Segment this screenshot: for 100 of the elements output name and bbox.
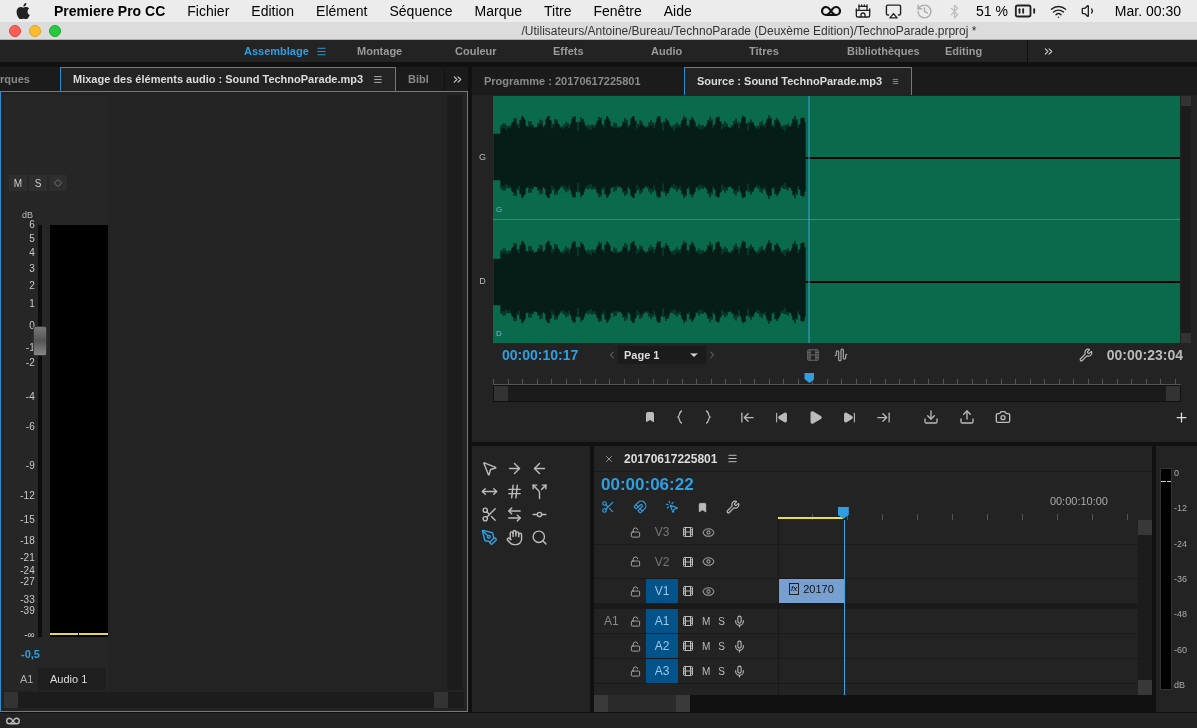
panel-menu-icon[interactable] — [373, 74, 383, 85]
creative-cloud-icon[interactable] — [820, 4, 841, 18]
channel-marker: G — [496, 204, 503, 216]
hand-icon[interactable] — [506, 529, 523, 546]
settings-icon[interactable] — [1078, 348, 1093, 362]
zoom-scrollbar[interactable] — [493, 385, 1181, 402]
pointer-icon[interactable] — [481, 460, 498, 477]
creative-cloud-icon[interactable] — [6, 715, 20, 726]
mute-button[interactable]: M — [702, 638, 711, 654]
microphone-icon[interactable] — [733, 639, 746, 653]
app-name[interactable]: Premiere Pro CC — [54, 0, 166, 22]
volume-readout[interactable]: -0,5 — [4, 646, 108, 663]
source-track-label[interactable]: A1 — [594, 612, 630, 630]
split-arrows-icon[interactable] — [531, 483, 548, 500]
magnet-icon[interactable] — [633, 500, 647, 514]
step-forward-icon[interactable] — [843, 410, 856, 424]
menu-item[interactable]: Aide — [663, 0, 692, 22]
eye-icon[interactable] — [702, 525, 715, 539]
step-back-icon[interactable] — [775, 410, 788, 424]
panel-menu-icon[interactable] — [892, 76, 899, 87]
mark-in-icon[interactable] — [676, 410, 684, 424]
search-icon[interactable] — [531, 529, 548, 546]
airplay-icon[interactable] — [884, 2, 902, 20]
track-target[interactable]: V1 — [646, 579, 678, 603]
microphone-icon[interactable] — [733, 664, 746, 678]
scissors-icon[interactable] — [481, 506, 498, 523]
play-icon[interactable] — [808, 409, 823, 425]
lock-icon[interactable] — [630, 640, 641, 652]
page-dropdown[interactable]: Page 1 — [618, 346, 706, 364]
lock-icon[interactable] — [630, 526, 641, 538]
apple-logo-icon[interactable] — [16, 3, 30, 19]
fader-thumb[interactable] — [33, 325, 47, 356]
workspace-tab[interactable]: Titres — [739, 42, 837, 60]
mute-button[interactable]: M — [702, 663, 711, 679]
solo-button[interactable]: S — [29, 175, 47, 191]
vertical-scrollbar[interactable] — [1181, 96, 1191, 343]
track-target[interactable]: V3 — [646, 520, 678, 544]
lock-icon[interactable] — [630, 585, 641, 597]
add-button-icon[interactable] — [1174, 409, 1189, 425]
clock[interactable]: Mar. 00:30 — [1114, 0, 1181, 22]
menu-item[interactable]: Titre — [544, 0, 572, 22]
playhead-marker[interactable] — [837, 507, 849, 519]
workspace-tab[interactable]: Couleur — [445, 42, 543, 60]
eye-icon[interactable] — [702, 584, 715, 598]
current-timecode[interactable]: 00:00:10:17 — [502, 344, 606, 366]
forward-select-icon[interactable] — [506, 460, 523, 477]
menu-item[interactable]: Edition — [251, 0, 295, 22]
eye-icon[interactable] — [702, 555, 715, 568]
workspace-tab[interactable]: Editing — [935, 42, 1033, 60]
workspace-tab[interactable]: Assemblage — [244, 42, 308, 60]
grid-icon[interactable] — [506, 483, 523, 500]
sequence-timecode[interactable]: 00:00:06:22 — [601, 474, 778, 496]
workspace-tab[interactable]: Montage — [347, 42, 445, 60]
lock-icon[interactable] — [630, 665, 641, 677]
pen-icon[interactable] — [481, 529, 498, 546]
mark-out-icon[interactable] — [704, 410, 712, 424]
close-icon[interactable] — [604, 453, 614, 464]
solo-button[interactable]: S — [718, 663, 725, 679]
menu-item[interactable]: Elément — [316, 0, 368, 22]
menu-item[interactable]: Marque — [474, 0, 522, 22]
panel-tab[interactable]: Mixage des éléments audio : Sound TechnoParade.mp3 — [60, 67, 396, 91]
panel-menu-icon[interactable] — [727, 453, 739, 464]
menu-item[interactable]: Fenêtre — [593, 0, 642, 22]
solo-button[interactable]: S — [718, 638, 725, 654]
close-button[interactable] — [9, 24, 21, 37]
db-scale-label: 1 — [29, 299, 35, 309]
solo-button[interactable]: S — [718, 613, 725, 629]
settings-icon[interactable] — [726, 500, 740, 514]
workspace-tab[interactable]: Bibliothèques — [837, 42, 935, 60]
slip-icon[interactable] — [506, 506, 523, 523]
lock-icon[interactable] — [630, 556, 641, 567]
microphone-icon[interactable] — [733, 614, 746, 628]
mute-button[interactable]: M — [702, 613, 711, 629]
panel-tab[interactable]: Source : Sound TechnoParade.mp3 — [684, 67, 912, 95]
sequence-title[interactable]: 20170617225801 — [624, 449, 718, 468]
backward-select-icon[interactable] — [531, 460, 548, 477]
track-target[interactable]: A1 — [646, 609, 678, 633]
tower-icon[interactable] — [854, 3, 871, 19]
marker-icon[interactable] — [644, 411, 656, 423]
waveform-drawing[interactable] — [493, 96, 1180, 343]
marker-icon[interactable] — [697, 501, 708, 513]
track-target[interactable]: A2 — [646, 634, 678, 658]
workspace-tab[interactable]: Audio — [641, 42, 739, 60]
lock-icon[interactable] — [630, 615, 641, 627]
vertical-scrollbar[interactable] — [1138, 520, 1152, 695]
mute-button[interactable]: M — [9, 175, 27, 191]
meter-scale-label: -36 — [1174, 574, 1187, 584]
waveform-icon[interactable] — [834, 348, 848, 362]
playhead-marker[interactable] — [804, 373, 815, 383]
menu-item[interactable]: Fichier — [187, 0, 230, 22]
workspace-menu-icon[interactable] — [316, 45, 327, 57]
track-target[interactable]: A3 — [646, 659, 678, 683]
menu-item[interactable]: Séquence — [389, 0, 453, 22]
camera-icon[interactable] — [995, 409, 1011, 425]
workspace-tab[interactable]: Effets — [543, 42, 641, 60]
video-clip[interactable]: fx 20170 — [779, 579, 844, 603]
track-target[interactable]: V2 — [646, 545, 678, 578]
film-icon[interactable] — [806, 348, 820, 362]
horizontal-scrollbar[interactable] — [594, 695, 1152, 712]
window-title: /Utilisateurs/Antoine/Bureau/TechnoParade (Deuxème Edition)/TechnoParade.prproj * — [521, 22, 977, 40]
